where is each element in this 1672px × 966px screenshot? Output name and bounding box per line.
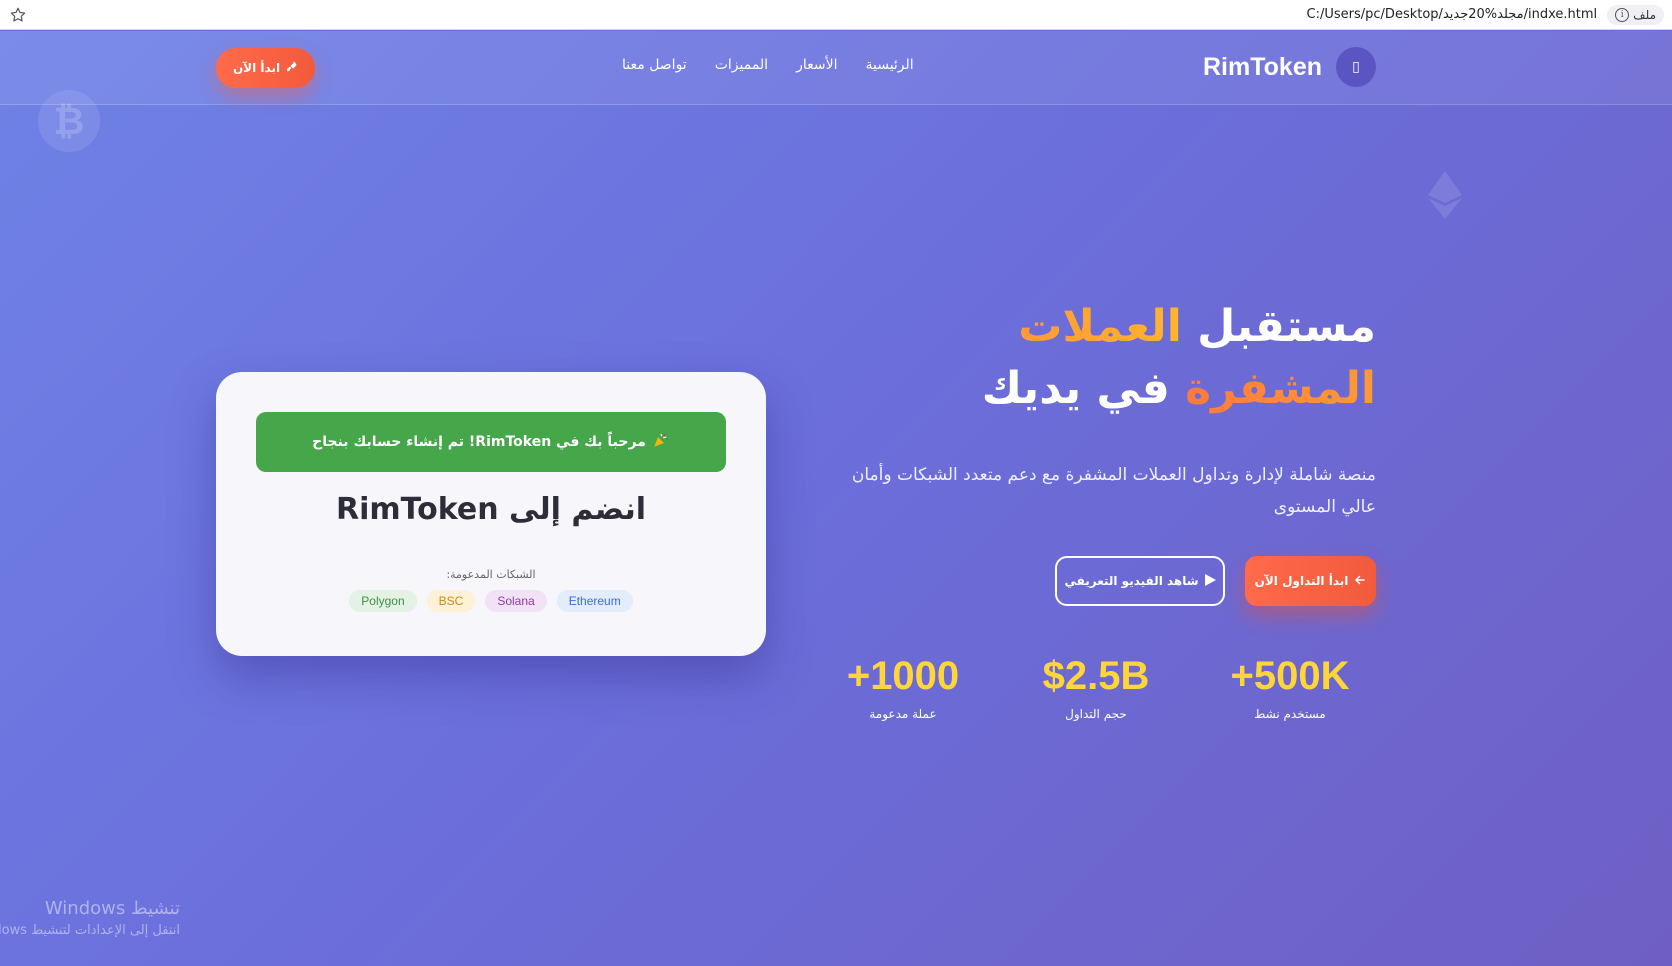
success-message: مرحباً بك في RimToken! تم إنشاء حسابك بن… (312, 434, 646, 450)
start-trading-button[interactable]: ابدأ التداول الآن (1245, 556, 1376, 606)
stat-label: عملة مدعومة (869, 707, 937, 721)
arrow-left-icon (1354, 574, 1366, 589)
network-chips: Ethereum Solana BSC Polygon (216, 590, 766, 612)
nav-link-home[interactable]: الرئيسية (865, 57, 913, 73)
signup-card: مرحباً بك في RimToken! تم إنشاء حسابك بن… (216, 372, 766, 656)
hero-title: مستقبل العملات المشفرة في يديك (856, 296, 1376, 420)
networks-label: الشبكات المدعومة: (446, 568, 536, 581)
watermark-subtitle: انتقل إلى الإعدادات لتنشيط Windows (0, 923, 180, 938)
brand[interactable]: RimToken ▯ (1203, 47, 1376, 87)
stat-active-users: +500K مستخدم نشط (1210, 651, 1370, 721)
stat-label: حجم التداول (1065, 707, 1127, 721)
brand-name: RimToken (1203, 52, 1322, 81)
watch-video-label: شاهد الفيديو التعريفي (1064, 574, 1199, 588)
site-info-chip[interactable]: i ملف (1607, 4, 1664, 25)
page: RimToken ▯ الرئيسية الأسعار المميزات توا… (0, 31, 1672, 966)
url-text[interactable]: C:/Users/pc/Desktop/مجلد%20جديد/indxe.ht… (1307, 7, 1598, 22)
stat-value: +1000 (846, 654, 960, 698)
hero-description: منصة شاملة لإدارة وتداول العملات المشفرة… (851, 465, 1376, 517)
nav-links: الرئيسية الأسعار المميزات تواصل معنا (622, 57, 914, 73)
network-chip-polygon: Polygon (349, 590, 417, 612)
network-chip-bsc: BSC (426, 590, 476, 612)
start-now-label: ابدأ الآن (232, 61, 281, 75)
nav-link-contact[interactable]: تواصل معنا (622, 57, 687, 73)
stat-trading-volume: $2.5B حجم التداول (1016, 651, 1176, 721)
navbar: RimToken ▯ الرئيسية الأسعار المميزات توا… (0, 31, 1672, 105)
start-now-button[interactable]: ابدأ الآن (216, 48, 315, 88)
party-popper-icon (652, 431, 670, 453)
rocket-icon (285, 60, 298, 76)
browser-address-bar: C:/Users/pc/Desktop/مجلد%20جديد/indxe.ht… (0, 0, 1672, 30)
ethereum-icon (1428, 171, 1462, 219)
file-label: ملف (1633, 7, 1656, 22)
stat-value: +500K (1230, 654, 1350, 698)
bookmark-star-icon[interactable] (8, 5, 28, 25)
stats: +500K مستخدم نشط $2.5B حجم التداول +1000… (830, 651, 1380, 731)
stat-value: $2.5B (1042, 654, 1150, 698)
hero-title-part1: مستقبل (1197, 301, 1376, 352)
bitcoin-icon: ₿ (38, 90, 100, 152)
info-icon: i (1615, 7, 1630, 22)
hero-title-part2: في يديك (981, 363, 1170, 414)
play-icon (1204, 573, 1216, 589)
success-banner: مرحباً بك في RimToken! تم إنشاء حسابك بن… (256, 412, 726, 472)
nav-link-features[interactable]: المميزات (715, 57, 768, 73)
network-chip-solana: Solana (485, 590, 547, 612)
stat-supported-coins: +1000 عملة مدعومة (823, 651, 983, 721)
nav-link-prices[interactable]: الأسعار (796, 57, 837, 73)
windows-activation-watermark: تنشيط Windows انتقل إلى الإعدادات لتنشيط… (0, 898, 180, 938)
stat-label: مستخدم نشط (1254, 707, 1326, 721)
network-chip-ethereum: Ethereum (556, 590, 633, 612)
watermark-title: تنشيط Windows (44, 898, 180, 919)
start-trading-label: ابدأ التداول الآن (1254, 574, 1349, 588)
watch-video-button[interactable]: شاهد الفيديو التعريفي (1055, 556, 1225, 606)
brand-logo-icon: ▯ (1336, 47, 1376, 87)
card-title: انضم إلى RimToken (335, 492, 646, 527)
